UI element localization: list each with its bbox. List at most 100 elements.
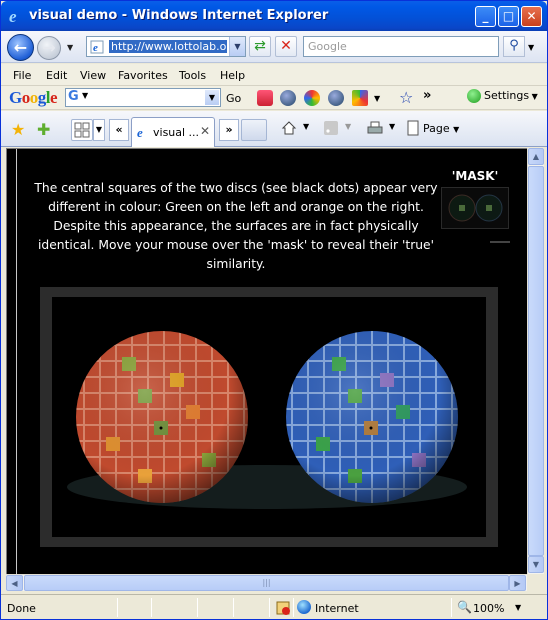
vertical-scrollbar[interactable]: ▲ ▼ (527, 148, 544, 574)
quick-tabs-icon (74, 122, 90, 138)
home-icon[interactable] (281, 120, 297, 136)
menu-favorites[interactable]: Favorites (118, 69, 168, 82)
svg-text:e: e (93, 42, 98, 54)
page-content: The central squares of the two discs (se… (6, 148, 527, 575)
recent-pages-dropdown[interactable]: ▼ (67, 43, 73, 52)
google-search-input[interactable]: G ▼ ▼ (65, 88, 221, 107)
tab-scroll-right-button[interactable]: » (219, 119, 239, 141)
forward-arrow-icon: → (42, 38, 56, 57)
picasa-icon[interactable] (304, 90, 320, 106)
menu-file[interactable]: File (13, 69, 31, 82)
menu-bar: File Edit View Favorites Tools Help (1, 64, 547, 86)
toolbar-options-dropdown[interactable]: ▼ (374, 94, 380, 103)
google-go-button[interactable]: Go (226, 92, 241, 105)
back-arrow-icon: ← (13, 38, 28, 57)
menu-view[interactable]: View (80, 69, 106, 82)
print-dropdown[interactable]: ▼ (389, 122, 395, 131)
favorites-star-icon[interactable]: ★ (11, 120, 25, 139)
mask-thumbnail[interactable] (441, 187, 509, 229)
zoom-icon[interactable]: 🔍 (457, 600, 472, 614)
tab-label: visual ... (153, 126, 200, 139)
search-options-dropdown[interactable]: ▼ (528, 43, 534, 52)
bookmark-icon[interactable] (352, 90, 368, 106)
status-divider (451, 598, 452, 617)
vertical-scroll-thumb[interactable] (528, 166, 544, 556)
scroll-down-button[interactable]: ▼ (528, 556, 544, 573)
ie-tab-icon: e (137, 125, 143, 139)
google-search-dropdown[interactable]: ▼ (205, 90, 219, 105)
print-icon[interactable] (367, 120, 383, 136)
close-button[interactable]: ✕ (521, 6, 542, 27)
mask-preview-image (448, 194, 503, 222)
tab-close-icon[interactable]: ✕ (200, 124, 210, 138)
tab-scroll-left-button[interactable]: « (109, 119, 129, 141)
status-divider (233, 598, 234, 617)
globe-icon[interactable] (328, 90, 344, 106)
new-tab-button[interactable] (241, 119, 267, 141)
status-divider (269, 598, 270, 617)
menu-edit[interactable]: Edit (46, 69, 67, 82)
status-bar: Done Internet 🔍 100% ▼ (1, 594, 547, 619)
google-g-icon: G (68, 89, 79, 104)
google-settings-button[interactable]: Settings ▼ (467, 89, 538, 107)
page-icon (407, 120, 419, 136)
illusion-image (40, 287, 498, 547)
quick-tabs-button[interactable] (71, 119, 93, 141)
google-g-dropdown-icon[interactable]: ▼ (82, 91, 88, 100)
protected-mode-icon[interactable] (275, 600, 291, 616)
page-menu-button[interactable]: Page ▼ (423, 122, 459, 135)
address-dropdown[interactable]: ▼ (229, 37, 245, 56)
status-divider (197, 598, 198, 617)
mask-title: 'MASK' (451, 169, 499, 183)
status-divider (293, 598, 294, 617)
scroll-right-button[interactable]: ▶ (509, 575, 526, 591)
menu-help[interactable]: Help (220, 69, 245, 82)
settings-label: Settings (484, 89, 530, 102)
window-title: visual demo - Windows Internet Explorer (29, 8, 329, 23)
horizontal-scrollbar[interactable]: ◀ ||| ▶ (6, 574, 527, 591)
status-divider (117, 598, 118, 617)
refresh-icon: ⇄ (254, 38, 266, 54)
search-button[interactable]: ⚲ (503, 36, 525, 57)
stop-button[interactable]: ✕ (275, 36, 297, 57)
settings-status-icon (467, 89, 481, 103)
star-outline-icon[interactable]: ☆ (399, 88, 413, 107)
stop-icon: ✕ (280, 38, 292, 54)
add-favorites-icon[interactable]: ✚ (37, 120, 50, 139)
zoom-dropdown[interactable]: ▼ (515, 603, 521, 612)
browser-window: e visual demo - Windows Internet Explore… (0, 0, 548, 620)
content-frame-border (16, 149, 17, 575)
zoom-level[interactable]: 100% (473, 602, 504, 615)
scrollbar-corner (527, 574, 544, 591)
horizontal-scroll-thumb[interactable]: ||| (24, 575, 509, 591)
left-dot-marker (159, 426, 163, 430)
illusion-description: The central squares of the two discs (se… (34, 181, 438, 271)
ie-page-icon: e (90, 40, 104, 54)
address-bar[interactable]: e http://www.lottolab.org ▼ (86, 36, 246, 57)
back-button[interactable]: ← (7, 34, 34, 61)
menu-tools[interactable]: Tools (179, 69, 206, 82)
scroll-up-button[interactable]: ▲ (528, 148, 544, 165)
pagerank-icon[interactable] (257, 90, 273, 106)
scroll-left-button[interactable]: ◀ (6, 575, 23, 591)
blue-globe-icon[interactable] (280, 90, 296, 106)
url-text[interactable]: http://www.lottolab.org (109, 40, 227, 53)
svg-text:e: e (137, 125, 143, 139)
title-bar: e visual demo - Windows Internet Explore… (1, 1, 547, 31)
tab-list-dropdown[interactable]: ▼ (93, 119, 105, 141)
status-text: Done (7, 602, 36, 615)
maximize-button[interactable]: □ (498, 6, 519, 27)
home-dropdown[interactable]: ▼ (303, 122, 309, 131)
google-logo[interactable]: Google (9, 88, 58, 108)
feeds-dropdown[interactable]: ▼ (345, 122, 351, 131)
security-zone[interactable]: Internet (315, 602, 359, 615)
search-input[interactable]: Google (303, 36, 499, 57)
mask-caption-line (490, 241, 510, 243)
tab-visual-demo[interactable]: e visual ... ✕ (131, 117, 215, 147)
feeds-icon[interactable] (323, 120, 339, 136)
address-toolbar: ← → ▼ e http://www.lottolab.org ▼ ⇄ ✕ Go… (1, 31, 547, 63)
refresh-button[interactable]: ⇄ (249, 36, 271, 57)
minimize-button[interactable]: _ (475, 6, 496, 27)
more-tools-button[interactable]: » (423, 88, 431, 103)
forward-button[interactable]: → (37, 36, 61, 60)
